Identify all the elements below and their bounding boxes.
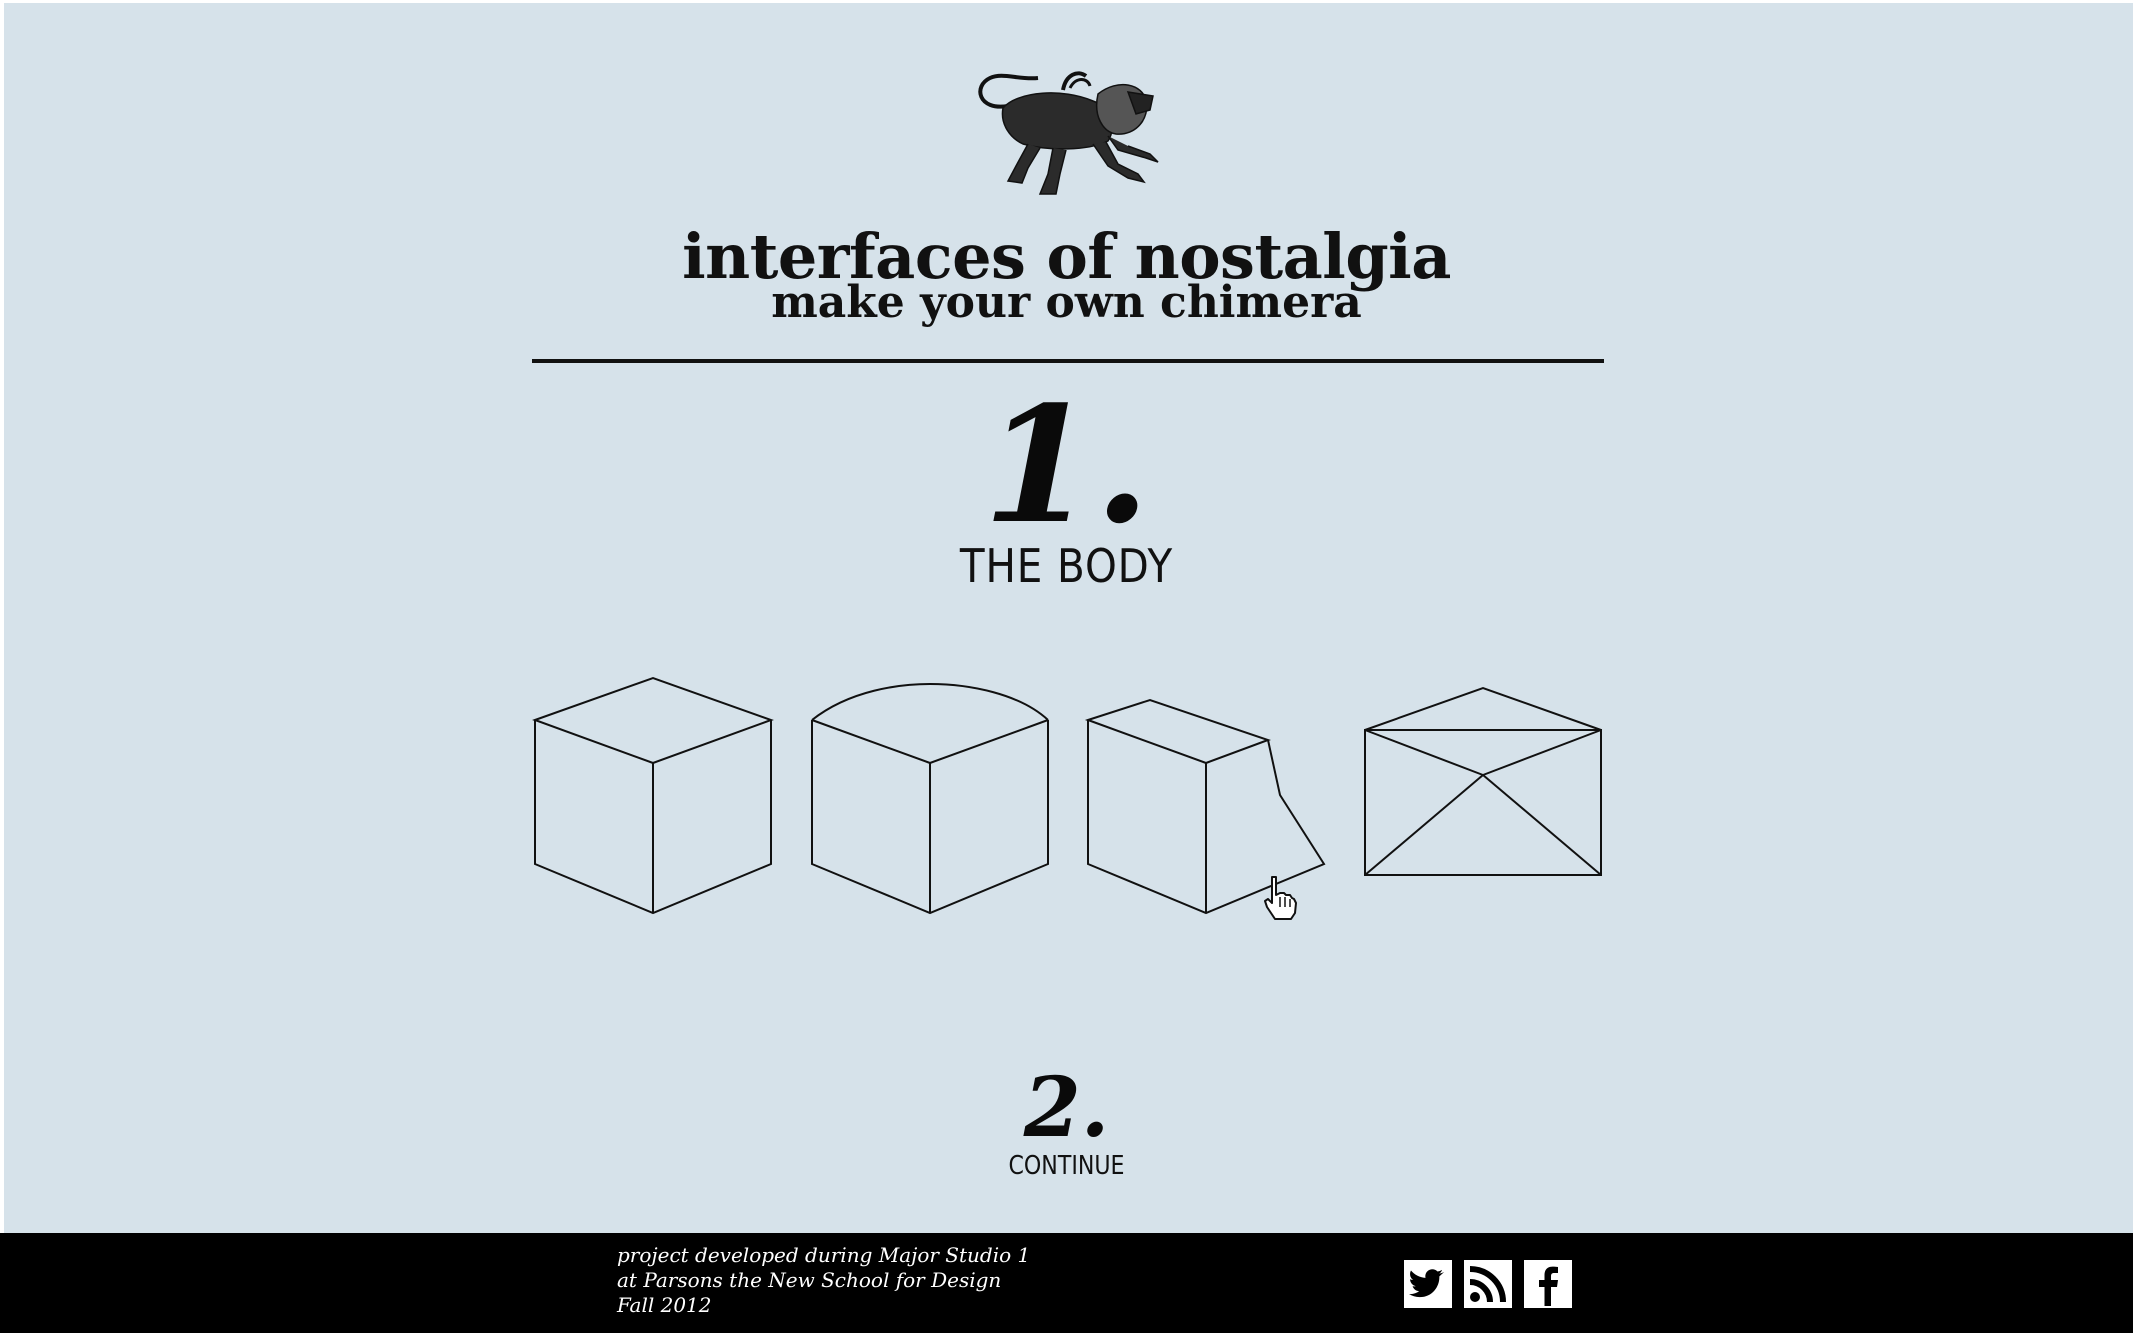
envelope-body-shape-icon xyxy=(1364,686,1602,876)
cut-corner-body-shape-icon xyxy=(1084,698,1326,915)
body-option-rounded[interactable] xyxy=(810,670,1060,920)
credits-line: Fall 2012 xyxy=(617,1293,712,1317)
body-option-cut[interactable] xyxy=(1084,670,1336,920)
cube-body-shape-icon xyxy=(532,676,774,915)
footer: project developed during Major Studio 1 … xyxy=(0,1233,2133,1333)
hand-cursor-icon xyxy=(1262,875,1298,921)
credits: project developed during Major Studio 1 … xyxy=(617,1243,1030,1318)
body-option-envelope[interactable] xyxy=(1363,670,1613,920)
facebook-icon[interactable] xyxy=(1524,1260,1572,1308)
rss-icon[interactable] xyxy=(1464,1260,1512,1308)
continue-button[interactable]: CONTINUE xyxy=(160,1150,1973,1182)
credits-line: at Parsons the New School for Design xyxy=(617,1268,1002,1292)
next-step-number: 2. xyxy=(1023,1060,1110,1156)
twitter-icon[interactable] xyxy=(1404,1260,1452,1308)
page-subtitle: make your own chimera xyxy=(771,277,1362,328)
step-number: 1. xyxy=(982,371,1151,559)
rounded-top-body-shape-icon xyxy=(811,682,1049,915)
title-divider xyxy=(532,359,1604,363)
step-label: THE BODY xyxy=(959,539,1174,593)
credits-line: project developed during Major Studio 1 xyxy=(617,1243,1031,1267)
body-option-cube[interactable] xyxy=(532,670,783,920)
chimera-logo-icon xyxy=(968,66,1168,201)
